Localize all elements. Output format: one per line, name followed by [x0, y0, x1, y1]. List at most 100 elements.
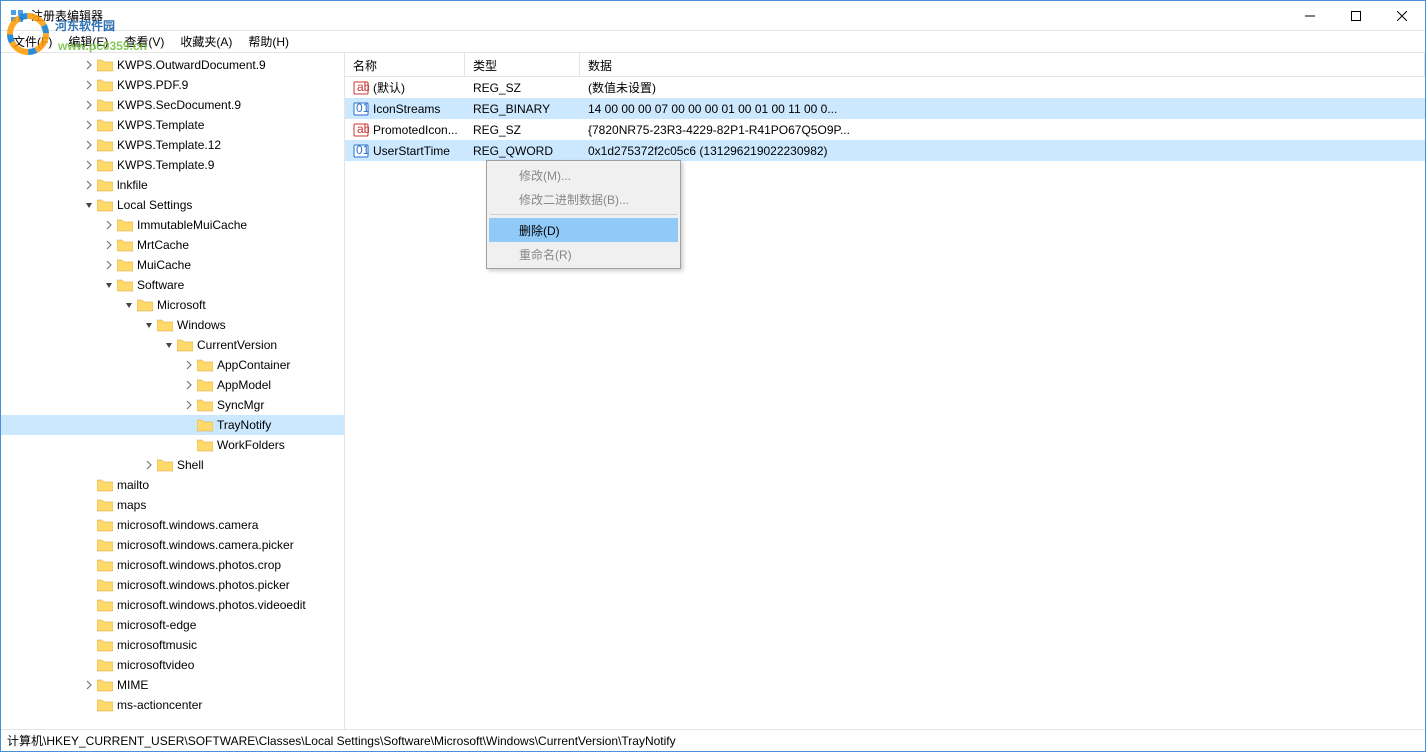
tree-item-label: microsoft.windows.photos.crop	[117, 558, 281, 572]
tree-item[interactable]: microsoft.windows.photos.picker	[1, 575, 344, 595]
tree-item[interactable]: TrayNotify	[1, 415, 344, 435]
tree-item[interactable]: SyncMgr	[1, 395, 344, 415]
caret-open-icon[interactable]	[81, 197, 97, 213]
tree-item[interactable]: MIME	[1, 675, 344, 695]
caret-none	[81, 697, 97, 713]
tree-item[interactable]: MuiCache	[1, 255, 344, 275]
tree-item-label: Microsoft	[157, 298, 206, 312]
svg-text:ab: ab	[357, 122, 369, 136]
folder-icon	[97, 78, 113, 92]
folder-icon	[97, 678, 113, 692]
caret-closed-icon[interactable]	[81, 177, 97, 193]
values-pane[interactable]: 名称 类型 数据 ab(默认)REG_SZ(数值未设置)011IconStrea…	[345, 53, 1425, 729]
tree-item[interactable]: microsoft.windows.photos.videoedit	[1, 595, 344, 615]
tree-item[interactable]: ImmutableMuiCache	[1, 215, 344, 235]
tree-item[interactable]: microsoft.windows.camera.picker	[1, 535, 344, 555]
caret-closed-icon[interactable]	[81, 97, 97, 113]
tree-item-label: CurrentVersion	[197, 338, 277, 352]
col-type[interactable]: 类型	[465, 53, 580, 76]
caret-closed-icon[interactable]	[81, 117, 97, 133]
tree-item[interactable]: WorkFolders	[1, 435, 344, 455]
folder-icon	[97, 178, 113, 192]
caret-closed-icon[interactable]	[181, 357, 197, 373]
tree-item[interactable]: KWPS.OutwardDocument.9	[1, 55, 344, 75]
close-button[interactable]	[1379, 1, 1425, 31]
value-row[interactable]: ab(默认)REG_SZ(数值未设置)	[345, 77, 1425, 98]
tree-item[interactable]: AppModel	[1, 375, 344, 395]
menu-edit[interactable]: 编辑(E)	[62, 31, 114, 52]
tree-item[interactable]: KWPS.PDF.9	[1, 75, 344, 95]
tree-item[interactable]: Microsoft	[1, 295, 344, 315]
folder-icon	[97, 558, 113, 572]
caret-closed-icon[interactable]	[181, 377, 197, 393]
context-menu-item[interactable]: 删除(D)	[489, 218, 678, 242]
menu-view[interactable]: 查看(V)	[118, 31, 170, 52]
statusbar: 计算机\HKEY_CURRENT_USER\SOFTWARE\Classes\L…	[1, 729, 1425, 751]
value-name: IconStreams	[373, 102, 440, 116]
folder-icon	[97, 658, 113, 672]
menu-help[interactable]: 帮助(H)	[242, 31, 295, 52]
caret-closed-icon[interactable]	[81, 57, 97, 73]
maximize-button[interactable]	[1333, 1, 1379, 31]
caret-closed-icon[interactable]	[101, 237, 117, 253]
context-menu-separator	[490, 214, 677, 215]
value-row[interactable]: 011IconStreamsREG_BINARY14 00 00 00 07 0…	[345, 98, 1425, 119]
col-name[interactable]: 名称	[345, 53, 465, 76]
tree-item[interactable]: KWPS.Template.9	[1, 155, 344, 175]
folder-icon	[97, 478, 113, 492]
tree-item[interactable]: Windows	[1, 315, 344, 335]
value-name: (默认)	[373, 79, 405, 96]
tree-item[interactable]: mailto	[1, 475, 344, 495]
caret-closed-icon[interactable]	[101, 257, 117, 273]
caret-closed-icon[interactable]	[181, 397, 197, 413]
col-data[interactable]: 数据	[580, 53, 1425, 76]
tree-item[interactable]: Shell	[1, 455, 344, 475]
tree-item-label: KWPS.Template.9	[117, 158, 214, 172]
statusbar-path: 计算机\HKEY_CURRENT_USER\SOFTWARE\Classes\L…	[7, 732, 676, 749]
tree-item[interactable]: microsoft.windows.camera	[1, 515, 344, 535]
value-row[interactable]: abPromotedIcon...REG_SZ{7820NR75-23R3-42…	[345, 119, 1425, 140]
tree-pane[interactable]: KWPS.OutwardDocument.9KWPS.PDF.9KWPS.Sec…	[1, 53, 345, 729]
svg-text:ab: ab	[357, 80, 369, 94]
tree-item[interactable]: KWPS.SecDocument.9	[1, 95, 344, 115]
tree-item[interactable]: maps	[1, 495, 344, 515]
caret-none	[81, 497, 97, 513]
tree-item[interactable]: microsoft-edge	[1, 615, 344, 635]
tree-item[interactable]: microsoftmusic	[1, 635, 344, 655]
tree-item-label: AppModel	[217, 378, 271, 392]
tree-item-label: MrtCache	[137, 238, 189, 252]
tree-item[interactable]: microsoftvideo	[1, 655, 344, 675]
tree-item-label: WorkFolders	[217, 438, 285, 452]
tree-item[interactable]: MrtCache	[1, 235, 344, 255]
registry-editor-window: 河东软件园 www.pc0359.cn 注册表编辑器 文件(F) 编辑(E) 查…	[0, 0, 1426, 752]
caret-closed-icon[interactable]	[81, 677, 97, 693]
caret-open-icon[interactable]	[101, 277, 117, 293]
tree-item[interactable]: Local Settings	[1, 195, 344, 215]
folder-icon	[97, 698, 113, 712]
value-row[interactable]: 011UserStartTimeREG_QWORD0x1d275372f2c05…	[345, 140, 1425, 161]
tree-item[interactable]: CurrentVersion	[1, 335, 344, 355]
tree-item[interactable]: ms-actioncenter	[1, 695, 344, 715]
context-menu-item: 修改二进制数据(B)...	[489, 187, 678, 211]
tree-item[interactable]: KWPS.Template.12	[1, 135, 344, 155]
caret-open-icon[interactable]	[121, 297, 137, 313]
menu-favorites[interactable]: 收藏夹(A)	[174, 31, 238, 52]
tree-item[interactable]: microsoft.windows.photos.crop	[1, 555, 344, 575]
tree-item[interactable]: Software	[1, 275, 344, 295]
caret-closed-icon[interactable]	[101, 217, 117, 233]
caret-closed-icon[interactable]	[81, 157, 97, 173]
caret-open-icon[interactable]	[161, 337, 177, 353]
caret-closed-icon[interactable]	[141, 457, 157, 473]
tree-item[interactable]: KWPS.Template	[1, 115, 344, 135]
caret-open-icon[interactable]	[141, 317, 157, 333]
caret-closed-icon[interactable]	[81, 77, 97, 93]
folder-icon	[97, 158, 113, 172]
tree-item[interactable]: AppContainer	[1, 355, 344, 375]
caret-closed-icon[interactable]	[81, 137, 97, 153]
values-header: 名称 类型 数据	[345, 53, 1425, 77]
values-list: ab(默认)REG_SZ(数值未设置)011IconStreamsREG_BIN…	[345, 77, 1425, 161]
menu-file[interactable]: 文件(F)	[7, 31, 58, 52]
folder-icon	[197, 398, 213, 412]
tree-item[interactable]: lnkfile	[1, 175, 344, 195]
minimize-button[interactable]	[1287, 1, 1333, 31]
